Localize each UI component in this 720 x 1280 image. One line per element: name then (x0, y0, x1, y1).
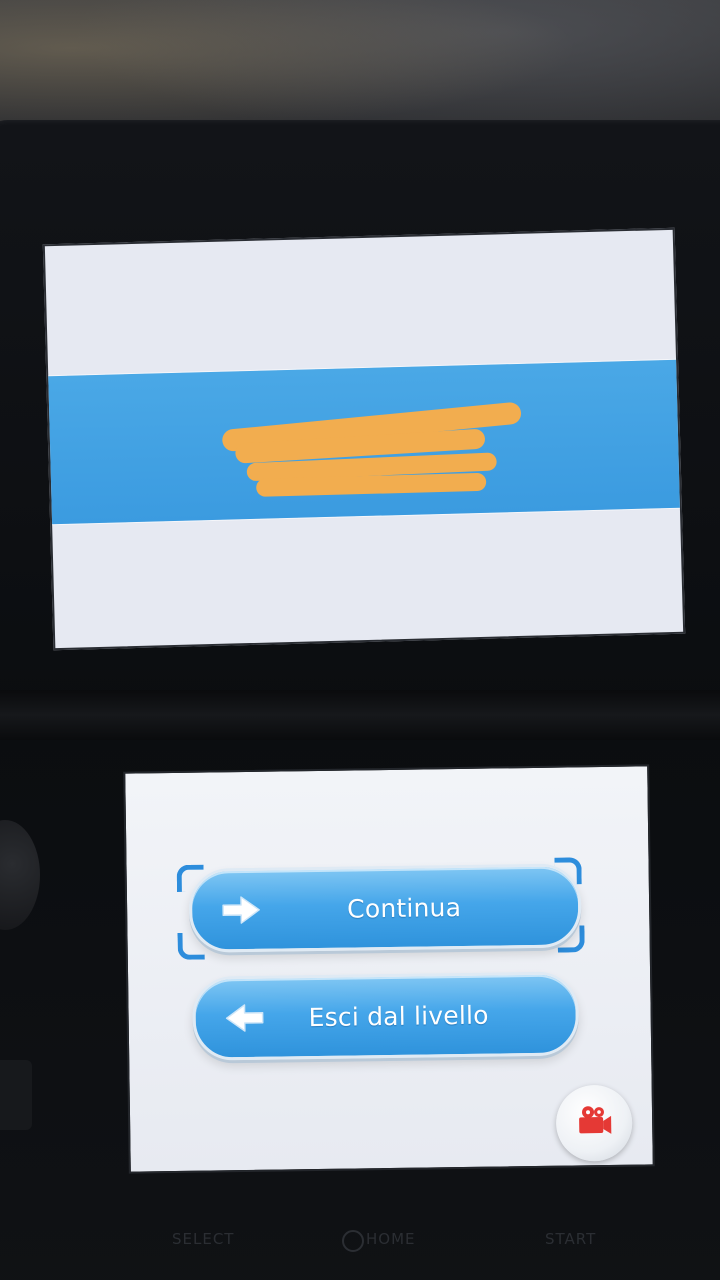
movie-camera-icon (574, 1103, 615, 1144)
exit-level-label: Esci dal livello (308, 1000, 489, 1032)
photo-of-handheld-console: Continua Esci dal livello SELECT HOME ST… (0, 0, 720, 1280)
arrow-left-icon (215, 998, 274, 1039)
top-screen (42, 227, 686, 651)
home-label: HOME (366, 1230, 416, 1248)
camera-button[interactable] (555, 1084, 633, 1162)
continue-label: Continua (346, 892, 462, 924)
dpad-edge[interactable] (0, 1060, 32, 1130)
select-label: SELECT (172, 1230, 235, 1248)
arrow-right-icon (212, 890, 271, 931)
console-button-labels: SELECT HOME START (0, 1228, 720, 1258)
start-label: START (545, 1230, 597, 1248)
home-button-icon[interactable] (342, 1230, 364, 1252)
bottom-touch-screen: Continua Esci dal livello (123, 764, 655, 1174)
exit-level-button[interactable]: Esci dal livello (192, 971, 580, 1061)
console-hinge (0, 690, 720, 740)
continue-button[interactable]: Continua (188, 863, 582, 953)
